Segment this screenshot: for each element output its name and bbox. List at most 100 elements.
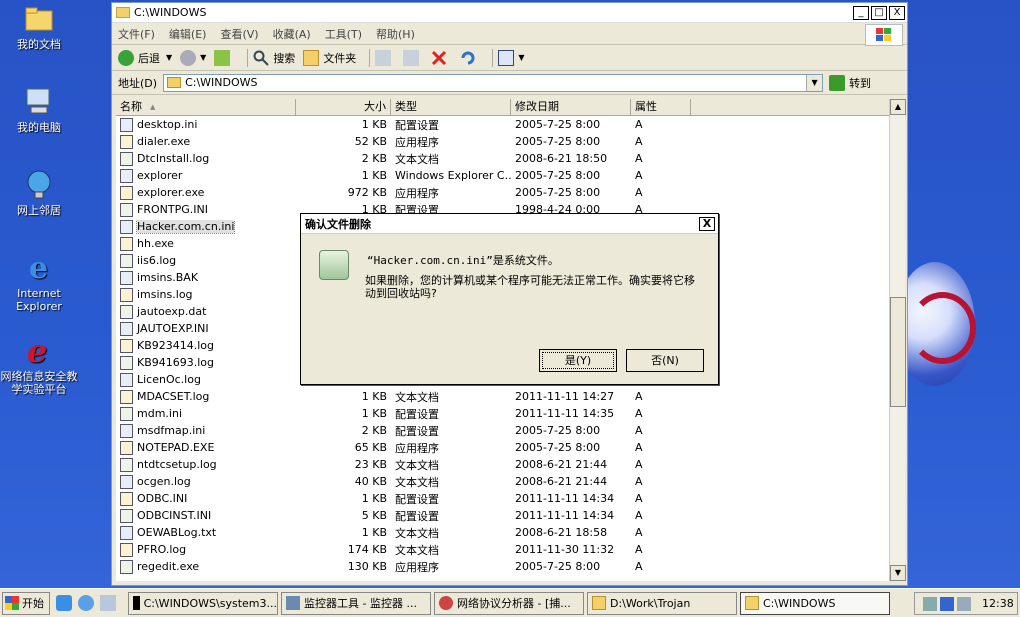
menu-file[interactable]: 文件(F): [118, 26, 155, 42]
task-button-trojan-folder[interactable]: D:\Work\Trojan: [587, 591, 737, 615]
scroll-thumb[interactable]: [890, 297, 906, 407]
file-name: NOTEPAD.EXE: [137, 441, 215, 454]
address-dropdown-button[interactable]: ▼: [806, 74, 823, 91]
file-name: iis6.log: [137, 254, 177, 267]
dialog-titlebar[interactable]: 确认文件删除 X: [301, 214, 718, 234]
back-button[interactable]: 后退 ▼: [118, 49, 173, 66]
cell-name: Hacker.com.cn.ini: [116, 219, 296, 234]
table-row[interactable]: mdm.ini 1 KB 配置设置 2011-11-11 14:35 A: [116, 405, 893, 422]
forward-button[interactable]: ▼: [180, 49, 206, 66]
table-row[interactable]: explorer 1 KB Windows Explorer C... 2005-7-…: [116, 167, 893, 184]
task-button-cmd[interactable]: C:\WINDOWS\system3...: [128, 591, 278, 615]
cell-name: ODBCINST.INI: [116, 508, 296, 523]
go-button[interactable]: 转到: [829, 74, 871, 91]
table-row[interactable]: PFRO.log 174 KB 文本文档 2011-11-30 11:32 A: [116, 541, 893, 558]
views-button[interactable]: ▼: [498, 49, 524, 66]
no-button[interactable]: 否(N): [626, 349, 704, 372]
quicklaunch-desktop-icon[interactable]: [100, 595, 116, 611]
desktop-icon-security-platform[interactable]: e 网络信息安全教学实验平台: [0, 332, 78, 396]
cell-type: 应用程序: [395, 135, 439, 149]
cell-name: mdm.ini: [116, 406, 296, 421]
minimize-button[interactable]: _: [853, 5, 869, 20]
copy-to-button[interactable]: [403, 49, 423, 66]
undo-button[interactable]: [459, 50, 479, 66]
table-row[interactable]: ntdtcsetup.log 23 KB 文本文档 2008-6-21 21:44 A: [116, 456, 893, 473]
task-button-monitor[interactable]: 监控器工具 - 监控器 ...: [281, 591, 431, 615]
file-icon: [120, 491, 133, 506]
folders-button[interactable]: 文件夹: [303, 49, 356, 66]
column-header-size[interactable]: 大小: [296, 99, 391, 115]
address-input[interactable]: C:\WINDOWS ▼: [163, 73, 824, 92]
column-header-name[interactable]: 名称 ▲: [116, 99, 296, 115]
cell-attr: A: [635, 169, 643, 182]
desktop-icon-ie[interactable]: e Internet Explorer: [0, 251, 78, 313]
file-name: KB923414.log: [137, 339, 215, 352]
move-to-button[interactable]: [375, 49, 395, 66]
task-button-protocol-analyzer[interactable]: 网络协议分析器 - [捕...: [434, 591, 584, 615]
folder-icon: [592, 596, 606, 610]
cell-name: dialer.exe: [116, 134, 296, 149]
cell-modified: 2011-11-11 14:34: [515, 509, 615, 522]
yes-button[interactable]: 是(Y): [539, 349, 617, 372]
task-button-windows-folder[interactable]: C:\WINDOWS: [740, 591, 890, 615]
menu-tools[interactable]: 工具(T): [325, 26, 362, 42]
table-row[interactable]: dialer.exe 52 KB 应用程序 2005-7-25 8:00 A: [116, 133, 893, 150]
column-header-type[interactable]: 类型: [391, 99, 511, 115]
desktop-icon-my-documents[interactable]: 我的文档: [0, 2, 78, 51]
file-icon: [120, 202, 133, 217]
table-row[interactable]: OEWABLog.txt 1 KB 文本文档 2008-6-21 18:58 A: [116, 524, 893, 541]
file-icon: [120, 321, 133, 336]
table-row[interactable]: DtcInstall.log 2 KB 文本文档 2008-6-21 18:50 A: [116, 150, 893, 167]
cell-attr: A: [635, 424, 643, 437]
column-header-modified[interactable]: 修改日期: [511, 99, 631, 115]
forward-arrow-icon: [180, 49, 197, 66]
file-name: imsins.log: [137, 288, 193, 301]
cell-modified: 2011-11-11 14:34: [515, 492, 615, 505]
menu-view[interactable]: 查看(V): [220, 26, 258, 42]
table-row[interactable]: ocgen.log 40 KB 文本文档 2008-6-21 21:44 A: [116, 473, 893, 490]
up-button[interactable]: [214, 49, 234, 66]
menu-help[interactable]: 帮助(H): [376, 26, 415, 42]
menu-edit[interactable]: 编辑(E): [169, 26, 207, 42]
close-button[interactable]: X: [889, 5, 905, 20]
cell-modified: 2005-7-25 8:00: [515, 441, 601, 454]
cell-name: LicenOc.log: [116, 372, 296, 387]
window-title: C:\WINDOWS: [134, 6, 207, 19]
table-row[interactable]: ODBCINST.INI 5 KB 配置设置 2011-11-11 14:34 A: [116, 507, 893, 524]
quicklaunch-browser-icon[interactable]: [56, 595, 72, 611]
file-name: JAUTOEXP.INI: [137, 322, 209, 335]
dialog-close-button[interactable]: X: [699, 216, 715, 231]
tray-icon[interactable]: [923, 596, 937, 611]
tray-display-icon[interactable]: [957, 596, 971, 611]
start-button[interactable]: 开始: [2, 591, 50, 615]
file-name: Hacker.com.cn.ini: [135, 219, 236, 234]
table-row[interactable]: regedit.exe 130 KB 应用程序 2005-7-25 8:00 A: [116, 558, 893, 575]
table-row[interactable]: explorer.exe 972 KB 应用程序 2005-7-25 8:00 A: [116, 184, 893, 201]
vertical-scrollbar[interactable]: ▲ ▼: [889, 99, 906, 581]
table-row[interactable]: desktop.ini 1 KB 配置设置 2005-7-25 8:00 A: [116, 116, 893, 133]
table-row[interactable]: ODBC.INI 1 KB 配置设置 2011-11-11 14:34 A: [116, 490, 893, 507]
cell-size: 5 KB: [361, 509, 387, 522]
desktop-icon-network[interactable]: 网上邻居: [0, 168, 78, 217]
scroll-down-button[interactable]: ▼: [890, 565, 906, 581]
tray-network-icon[interactable]: [940, 596, 954, 611]
address-bar: 地址(D) C:\WINDOWS ▼ 转到: [112, 71, 907, 95]
menu-favorites[interactable]: 收藏(A): [273, 26, 311, 42]
cell-name: jautoexp.dat: [116, 304, 296, 319]
maximize-button[interactable]: □: [871, 5, 887, 20]
window-titlebar[interactable]: C:\WINDOWS _ □ X: [112, 3, 907, 23]
table-row[interactable]: NOTEPAD.EXE 65 KB 应用程序 2005-7-25 8:00 A: [116, 439, 893, 456]
cell-modified: 2008-6-21 21:44: [515, 475, 608, 488]
chevron-down-icon: ▼: [166, 53, 173, 62]
table-row[interactable]: MDACSET.log 1 KB 文本文档 2011-11-11 14:27 A: [116, 388, 893, 405]
desktop-icon-my-computer[interactable]: 我的电脑: [0, 85, 78, 134]
column-header-attr[interactable]: 属性: [631, 99, 691, 115]
quicklaunch-ie-icon[interactable]: [78, 595, 94, 611]
task-label: C:\WINDOWS\system3...: [143, 596, 277, 610]
scroll-up-button[interactable]: ▲: [890, 99, 906, 115]
file-icon: [120, 134, 133, 149]
delete-button[interactable]: [431, 50, 451, 66]
search-button[interactable]: 搜索: [253, 50, 295, 66]
back-label: 后退: [138, 51, 160, 65]
table-row[interactable]: msdfmap.ini 2 KB 配置设置 2005-7-25 8:00 A: [116, 422, 893, 439]
